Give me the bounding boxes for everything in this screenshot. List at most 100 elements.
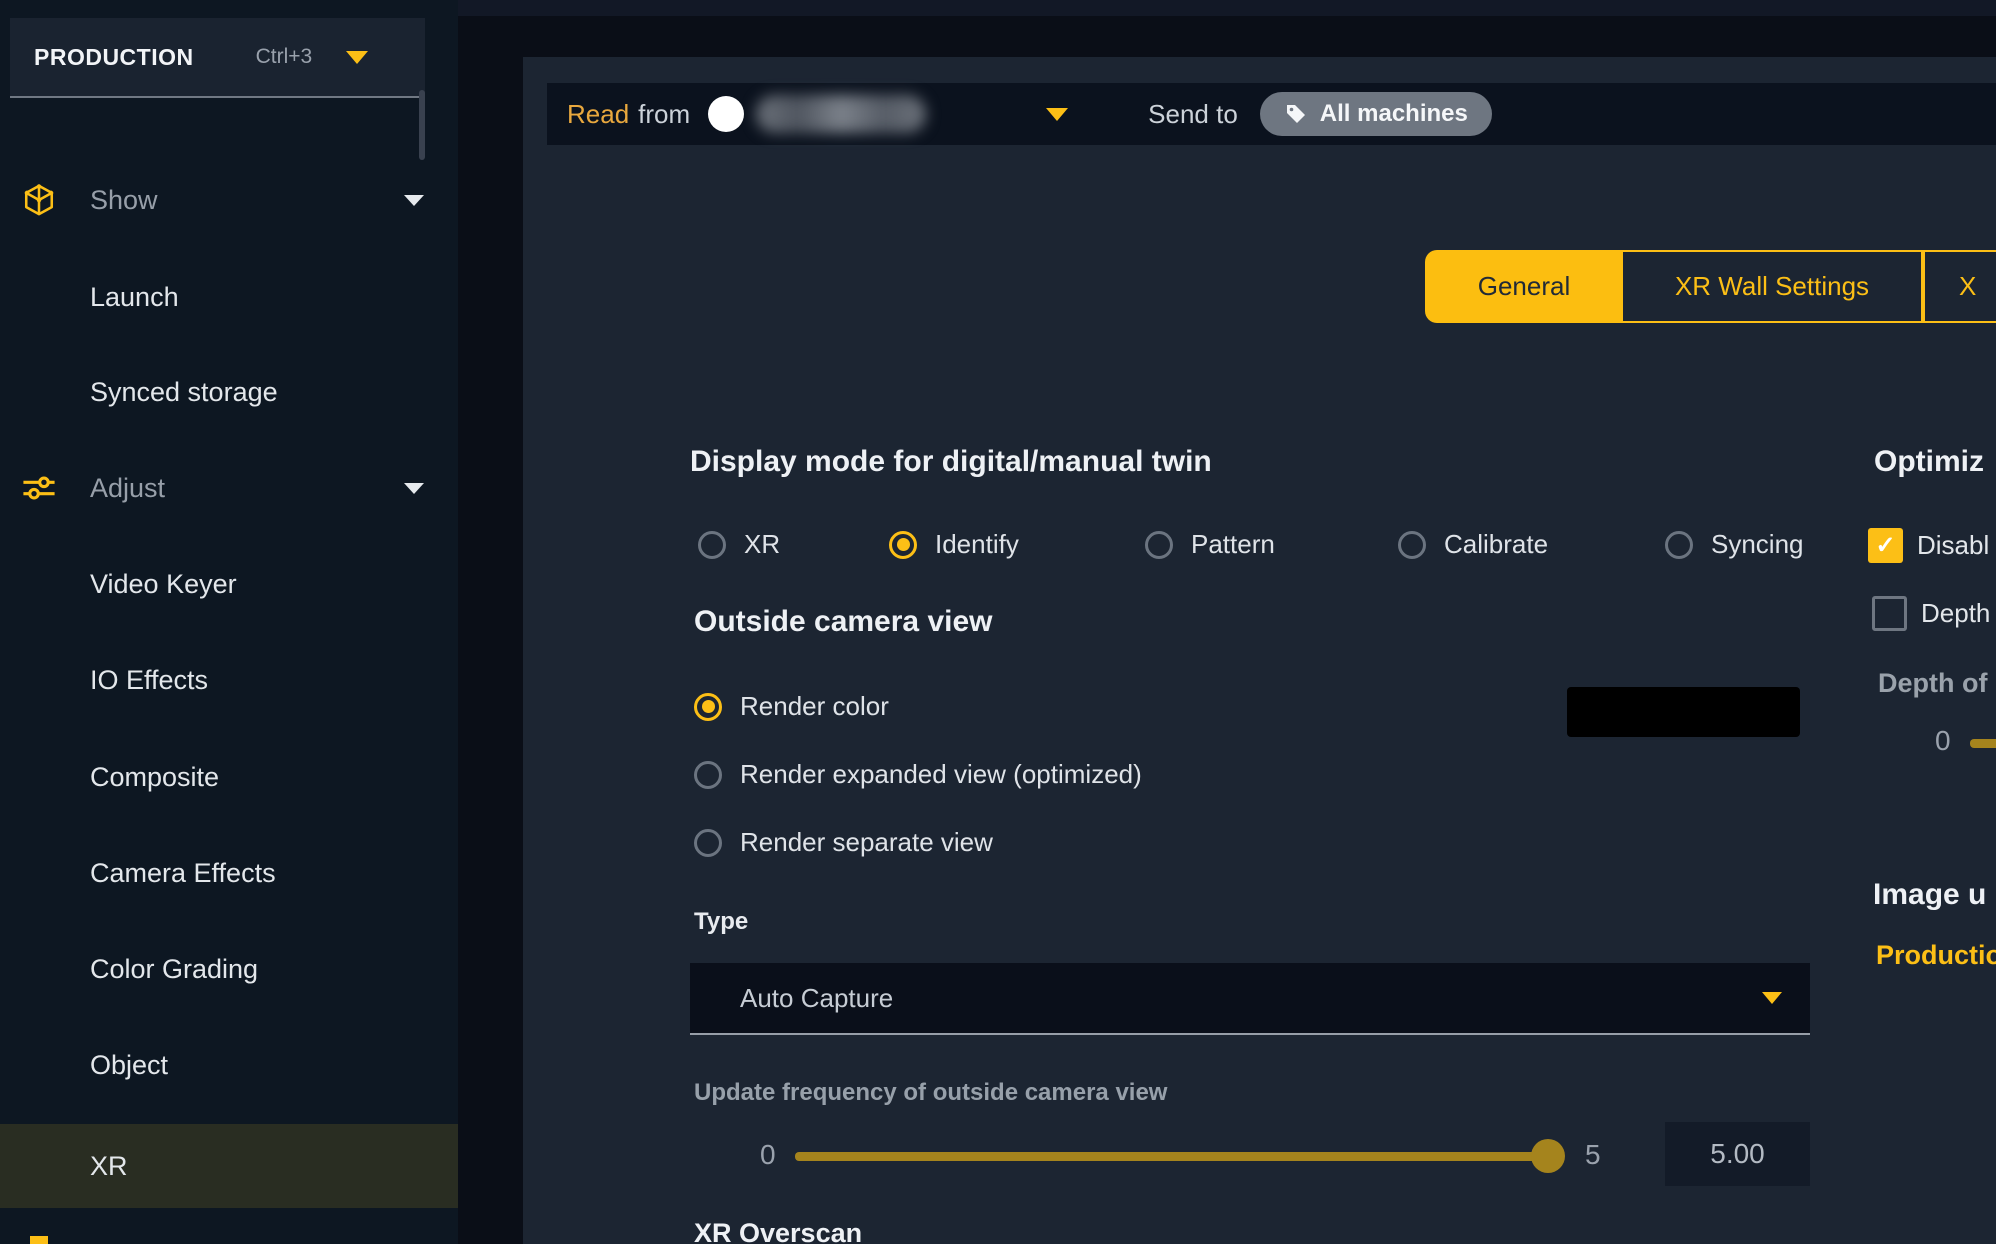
sidebar-item-camera-effects[interactable]: Camera Effects — [0, 834, 458, 912]
radio-label: XR — [744, 529, 780, 560]
type-dropdown[interactable]: Auto Capture — [690, 963, 1810, 1035]
sidebar-item-label: Synced storage — [90, 377, 278, 408]
image-heading: Image u — [1873, 878, 1986, 912]
color-swatch[interactable] — [1567, 687, 1800, 737]
radio-render-separate-view[interactable]: Render separate view — [694, 827, 993, 858]
tab-label: X — [1959, 271, 1976, 302]
tab-xr-truncated[interactable]: X — [1923, 250, 1996, 323]
radio-label: Render separate view — [740, 827, 993, 858]
radio-circle-icon — [694, 761, 722, 789]
machine-status-dot — [708, 96, 744, 132]
sidebar-item-xr[interactable]: XR — [0, 1124, 458, 1208]
all-machines-label: All machines — [1320, 100, 1468, 128]
update-frequency-value-input[interactable]: 5.00 — [1665, 1122, 1810, 1186]
radio-pattern[interactable]: Pattern — [1145, 529, 1275, 560]
sidebar-item-show[interactable]: Show — [0, 161, 458, 239]
radio-label: Identify — [935, 529, 1019, 560]
check-icon: ✓ — [1875, 531, 1895, 560]
read-label: Read — [567, 99, 629, 130]
sidebar-item-label: XR — [90, 1151, 128, 1182]
sidebar-item-launch[interactable]: Launch — [0, 258, 458, 336]
slider-min-label: 0 — [760, 1139, 776, 1171]
radio-selected-icon — [694, 693, 722, 721]
update-frequency-slider-track[interactable] — [795, 1152, 1560, 1161]
machine-name-blurred[interactable] — [756, 95, 926, 133]
radio-label: Calibrate — [1444, 529, 1548, 560]
radio-circle-icon — [1398, 531, 1426, 559]
checkbox-unchecked-icon — [1872, 596, 1907, 631]
depth-slider-track[interactable] — [1970, 739, 1996, 748]
tab-general[interactable]: General — [1425, 250, 1623, 323]
from-label: from — [638, 99, 690, 130]
sidebar-item-label: Color Grading — [90, 954, 258, 985]
send-to-label: Send to — [1148, 99, 1238, 130]
type-label: Type — [694, 908, 748, 936]
type-dropdown-value: Auto Capture — [740, 983, 893, 1014]
radio-label: Render color — [740, 691, 889, 722]
radio-render-color[interactable]: Render color — [694, 691, 889, 722]
sidebar-item-adjust[interactable]: Adjust — [0, 449, 458, 527]
chevron-down-icon — [404, 195, 424, 206]
all-machines-button[interactable]: All machines — [1260, 92, 1492, 136]
tab-label: General — [1478, 271, 1571, 302]
radio-label: Render expanded view (optimized) — [740, 759, 1142, 790]
display-mode-heading: Display mode for digital/manual twin — [690, 445, 1212, 479]
radio-label: Syncing — [1711, 529, 1804, 560]
production-label: PRODUCTION — [34, 44, 194, 71]
chevron-down-icon — [1762, 992, 1782, 1004]
sidebar-item-object[interactable]: Object — [0, 1026, 458, 1104]
sidebar-item-label: Show — [90, 185, 158, 216]
xr-overscan-heading: XR Overscan — [694, 1218, 862, 1244]
depth-of-label: Depth of — [1878, 668, 1987, 699]
sidebar-item-label: Adjust — [90, 473, 165, 504]
depth-slider-min-label: 0 — [1935, 725, 1951, 757]
radio-circle-icon — [1665, 531, 1693, 559]
checkbox-depth-row[interactable]: Depth — [1872, 596, 1990, 631]
sidebar-item-label: Composite — [90, 762, 219, 793]
radio-xr[interactable]: XR — [698, 529, 780, 560]
sidebar-item-color-grading[interactable]: Color Grading — [0, 930, 458, 1008]
production-link[interactable]: Productio — [1876, 940, 1996, 971]
radio-circle-icon — [698, 531, 726, 559]
radio-circle-icon — [1145, 531, 1173, 559]
checkbox-label: Depth — [1921, 598, 1990, 629]
radio-label: Pattern — [1191, 529, 1275, 560]
tab-xr-wall-settings[interactable]: XR Wall Settings — [1623, 250, 1923, 323]
chevron-down-icon[interactable] — [1046, 108, 1068, 121]
radio-syncing[interactable]: Syncing — [1665, 529, 1804, 560]
sidebar-item-label: IO Effects — [90, 665, 208, 696]
sidebar-item-synced-storage[interactable]: Synced storage — [0, 353, 458, 431]
tag-icon — [1284, 102, 1308, 126]
update-frequency-slider-handle[interactable] — [1531, 1139, 1565, 1173]
sidebar-item-io-effects[interactable]: IO Effects — [0, 641, 458, 719]
checkbox-checked-icon: ✓ — [1868, 528, 1903, 563]
sidebar-item-video-keyer[interactable]: Video Keyer — [0, 545, 458, 623]
sidebar-item-composite[interactable]: Composite — [0, 738, 458, 816]
sidebar-item-label: Camera Effects — [90, 858, 276, 889]
update-frequency-value: 5.00 — [1710, 1138, 1765, 1170]
main-panel: Read from Send to All machines General X… — [523, 57, 1996, 1244]
tab-label: XR Wall Settings — [1675, 271, 1869, 302]
sidebar-scrollbar-thumb[interactable] — [419, 90, 425, 160]
sidebar-item-label: Launch — [90, 282, 179, 313]
radio-calibrate[interactable]: Calibrate — [1398, 529, 1548, 560]
optimization-heading: Optimiz — [1874, 445, 1984, 479]
outside-camera-heading: Outside camera view — [694, 605, 992, 639]
update-frequency-label: Update frequency of outside camera view — [694, 1079, 1167, 1107]
radio-render-expanded-view[interactable]: Render expanded view (optimized) — [694, 759, 1142, 790]
slider-max-label: 5 — [1585, 1139, 1601, 1171]
production-dropdown[interactable]: PRODUCTION Ctrl+3 — [10, 18, 425, 98]
checkbox-label: Disabl — [1917, 530, 1989, 561]
cube-icon — [22, 183, 56, 217]
radio-circle-icon — [694, 829, 722, 857]
read-send-bar: Read from Send to All machines — [547, 83, 1996, 145]
sidebar-bottom-icon-sliver — [30, 1236, 48, 1244]
radio-identify[interactable]: Identify — [889, 529, 1019, 560]
chevron-down-icon — [404, 483, 424, 494]
sidebar-item-label: Object — [90, 1050, 168, 1081]
sidebar: PRODUCTION Ctrl+3 Show Launch Synced sto… — [0, 0, 458, 1244]
radio-selected-icon — [889, 531, 917, 559]
chevron-down-icon — [346, 51, 368, 64]
checkbox-disable-row[interactable]: ✓ Disabl — [1868, 528, 1989, 563]
sliders-icon — [22, 471, 56, 505]
